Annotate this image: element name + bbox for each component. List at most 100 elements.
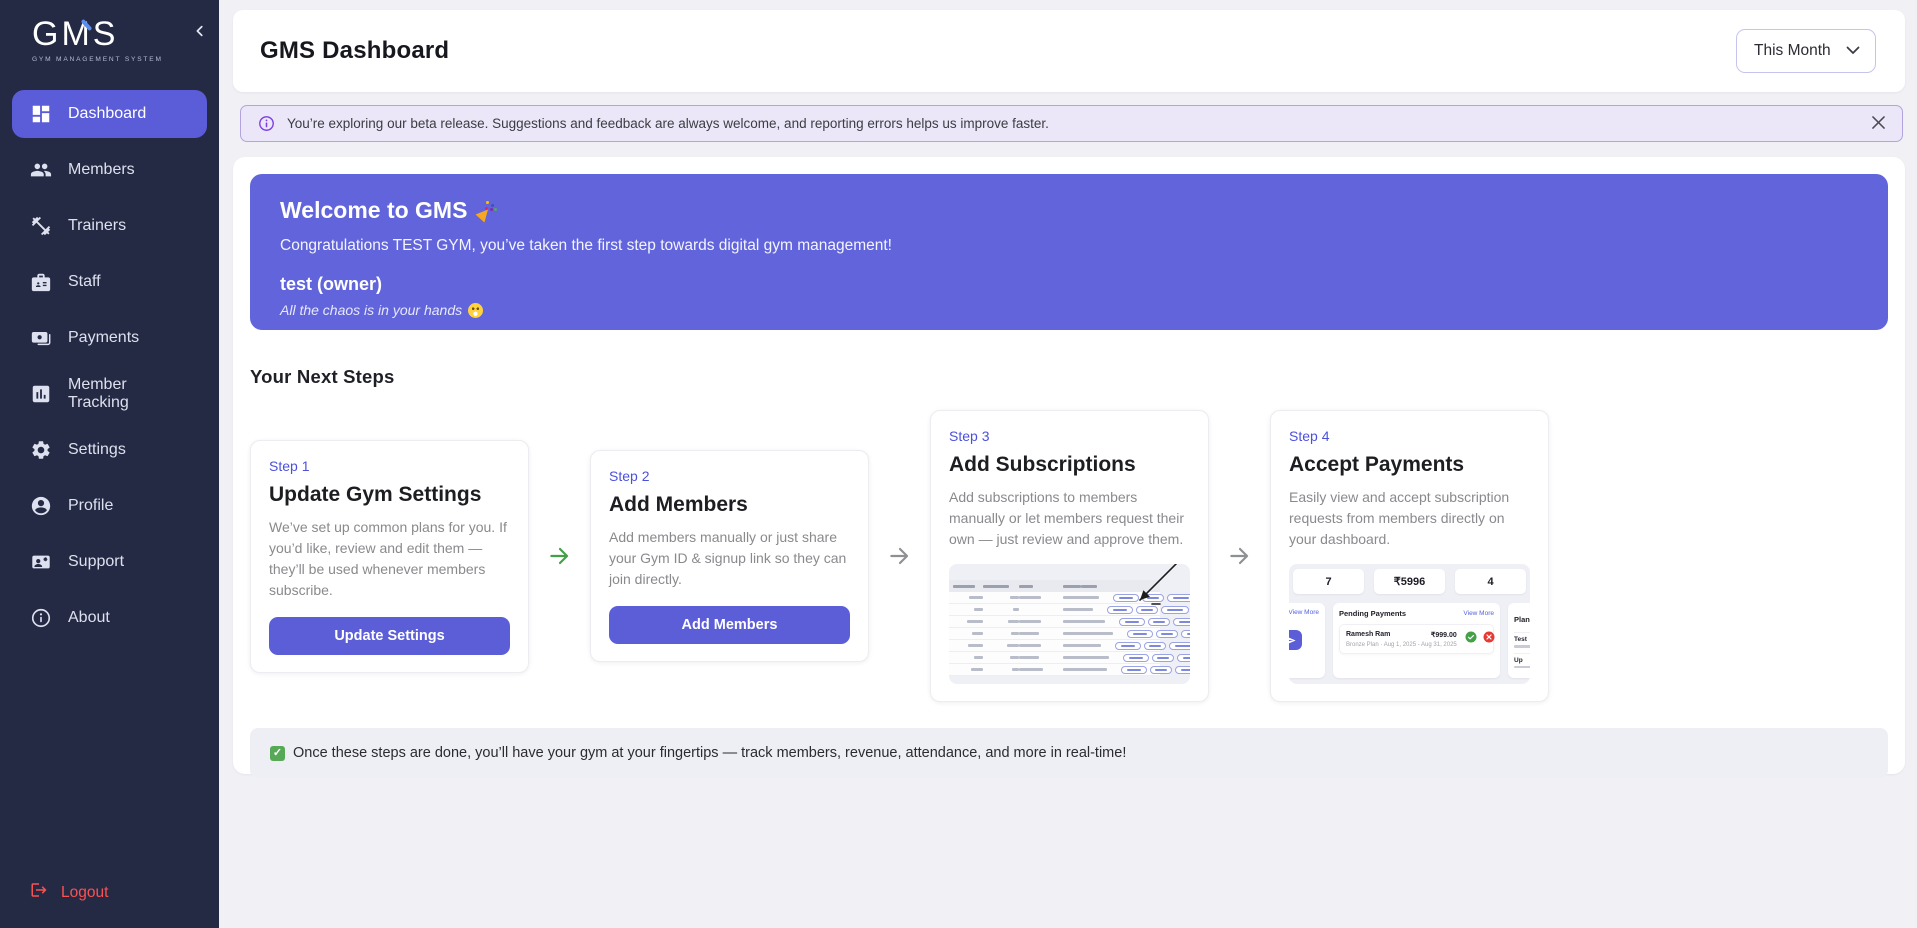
sidebar-item-profile[interactable]: Profile xyxy=(12,482,207,530)
payment-amount: ₹999.00 xyxy=(1430,631,1457,639)
next-steps-heading: Your Next Steps xyxy=(250,366,395,387)
chevron-down-icon xyxy=(1846,42,1860,60)
arrow-right-icon xyxy=(869,543,930,569)
sidebar: GMS GYM MANAGEMENT SYSTEM Dashboard Memb… xyxy=(0,0,219,928)
welcome-card: Welcome to GMS 🎉 Congratulations TEST GY… xyxy=(250,174,1888,330)
step-description: Add subscriptions to members manually or… xyxy=(949,489,1184,547)
banner-text: You’re exploring our beta release. Sugge… xyxy=(287,116,1049,131)
step-label: Step 4 xyxy=(1289,428,1330,444)
badge-icon xyxy=(29,270,53,294)
welcome-title: Welcome to GMS 🎉 xyxy=(280,197,1858,224)
sidebar-item-settings[interactable]: Settings xyxy=(12,426,207,474)
logo-area: GMS GYM MANAGEMENT SYSTEM xyxy=(0,0,219,86)
steps-row: Step 1 Update Gym Settings We’ve set up … xyxy=(250,410,1888,702)
preview-stat: ₹5996 xyxy=(1374,569,1445,594)
chevron-left-icon xyxy=(193,25,207,41)
completion-note-text: Once these steps are done, you’ll have y… xyxy=(293,745,1127,761)
profile-icon xyxy=(29,494,53,518)
welcome-subtitle: Congratulations TEST GYM, you’ve taken t… xyxy=(280,237,892,254)
add-members-button[interactable]: Add Members xyxy=(609,606,850,644)
logout-icon xyxy=(30,881,48,904)
step-card-update-gym-settings: Step 1 Update Gym Settings We’ve set up … xyxy=(250,439,529,673)
main-content: GMS Dashboard This Month You’re explorin… xyxy=(219,0,1917,928)
view-more-link: View More xyxy=(1463,610,1494,617)
logout-button[interactable]: Logout xyxy=(0,881,219,928)
step-card-accept-payments: Step 4 Accept Payments Easily view and a… xyxy=(1270,410,1549,702)
arrow-right-icon xyxy=(529,543,590,569)
sidebar-item-dashboard[interactable]: Dashboard xyxy=(12,90,207,138)
bar-chart-icon xyxy=(29,382,53,406)
info-icon xyxy=(29,606,53,630)
preview-stat: 4 xyxy=(1455,569,1526,594)
payments-preview-dashboard: 7 ₹5996 4 View More Pending Payments Vie… xyxy=(1289,564,1530,684)
sidebar-item-about[interactable]: About xyxy=(12,594,207,642)
step-description: We’ve set up common plans for you. If yo… xyxy=(269,518,507,598)
welcome-tagline: All the chaos is in your hands 😅 xyxy=(280,302,1858,318)
sidebar-nav: Dashboard Members Trainers Staff Payment… xyxy=(0,90,219,881)
logo-title: GMS xyxy=(32,15,119,53)
step-title: Update Gym Settings xyxy=(269,482,482,506)
step-description: Easily view and accept subscription requ… xyxy=(1289,489,1510,547)
step-label: Step 3 xyxy=(949,428,990,444)
logo-subtitle: GYM MANAGEMENT SYSTEM xyxy=(32,56,163,64)
preview-panels-row: View More Pending Payments View More Ram… xyxy=(1289,603,1530,678)
send-button-icon xyxy=(1289,630,1302,650)
step-description: Add members manually or just share your … xyxy=(609,529,847,587)
completion-note: ✅ Once these steps are done, you’ll have… xyxy=(250,728,1888,778)
view-more-link: View More xyxy=(1289,609,1319,616)
payer-name: Ramesh Ram xyxy=(1346,630,1391,638)
sidebar-collapse-button[interactable] xyxy=(193,24,207,41)
check-mark-emoji: ✅ xyxy=(270,745,285,761)
step-card-add-members: Step 2 Add Members Add members manually … xyxy=(590,450,869,662)
page-title: GMS Dashboard xyxy=(260,37,450,64)
step-label: Step 1 xyxy=(269,457,310,474)
preview-stat: 7 xyxy=(1293,569,1364,594)
banner-close-button[interactable] xyxy=(1872,115,1885,132)
dashboard-icon xyxy=(29,102,53,126)
payments-preview-screenshot: 7 ₹5996 4 View More Pending Payments Vie… xyxy=(1289,564,1530,684)
step-card-add-subscriptions: Step 3 Add Subscriptions Add subscriptio… xyxy=(930,410,1209,702)
sidebar-item-support[interactable]: Support xyxy=(12,538,207,586)
reject-x-icon xyxy=(1483,630,1495,648)
dashboard-card: Welcome to GMS 🎉 Congratulations TEST GY… xyxy=(233,157,1905,778)
update-settings-button[interactable]: Update Settings xyxy=(269,616,510,655)
members-icon xyxy=(29,158,53,182)
dumbbell-icon xyxy=(29,214,53,238)
annotation-arrow-icon xyxy=(1139,564,1178,605)
gms-logo: GMS xyxy=(32,15,205,53)
plans-panel-title: Plans Ex xyxy=(1514,615,1530,624)
plan-item: Test xyxy=(1514,632,1530,648)
preview-stats-row: 7 ₹5996 4 xyxy=(1289,569,1530,594)
sidebar-item-members[interactable]: Members xyxy=(12,146,207,194)
payments-icon xyxy=(29,326,53,350)
preview-left-panel: View More xyxy=(1289,603,1325,678)
pending-payments-title: Pending Payments xyxy=(1339,609,1407,618)
step-title: Add Subscriptions xyxy=(949,453,1136,476)
period-selector-value: This Month xyxy=(1754,42,1831,59)
step-label: Step 2 xyxy=(609,468,650,484)
sidebar-item-trainers[interactable]: Trainers xyxy=(12,202,207,250)
info-icon xyxy=(258,115,275,132)
support-icon xyxy=(29,550,53,574)
sidebar-item-member-tracking[interactable]: Member Tracking xyxy=(12,370,207,418)
close-icon xyxy=(1872,115,1885,132)
pending-payment-entry: Ramesh Ram ₹999.00 Bronze Plan · Aug 1, … xyxy=(1339,624,1495,654)
step-title: Accept Payments xyxy=(1289,453,1465,476)
gear-icon xyxy=(29,438,53,462)
step-title: Add Members xyxy=(609,493,748,516)
approve-check-icon xyxy=(1465,630,1477,648)
header: GMS Dashboard This Month xyxy=(233,10,1905,92)
preview-plans-panel: Plans Ex Test Up xyxy=(1508,603,1530,678)
welcome-user: test (owner) xyxy=(280,274,383,294)
sidebar-item-payments[interactable]: Payments xyxy=(12,314,207,362)
sweat-smile-emoji: 😅 xyxy=(468,302,484,318)
beta-banner: You’re exploring our beta release. Sugge… xyxy=(240,105,1903,142)
sidebar-item-staff[interactable]: Staff xyxy=(12,258,207,306)
party-popper-emoji: 🎉 xyxy=(475,201,497,221)
payment-details: Bronze Plan · Aug 1, 2025 - Aug 31, 2025 xyxy=(1346,641,1457,648)
preview-pending-payments-panel: Pending Payments View More Ramesh Ram ₹9… xyxy=(1333,603,1500,678)
subscriptions-preview-screenshot xyxy=(949,564,1190,684)
period-selector[interactable]: This Month xyxy=(1736,29,1876,73)
arrow-right-icon xyxy=(1209,543,1270,569)
plan-item: Up xyxy=(1514,652,1530,668)
